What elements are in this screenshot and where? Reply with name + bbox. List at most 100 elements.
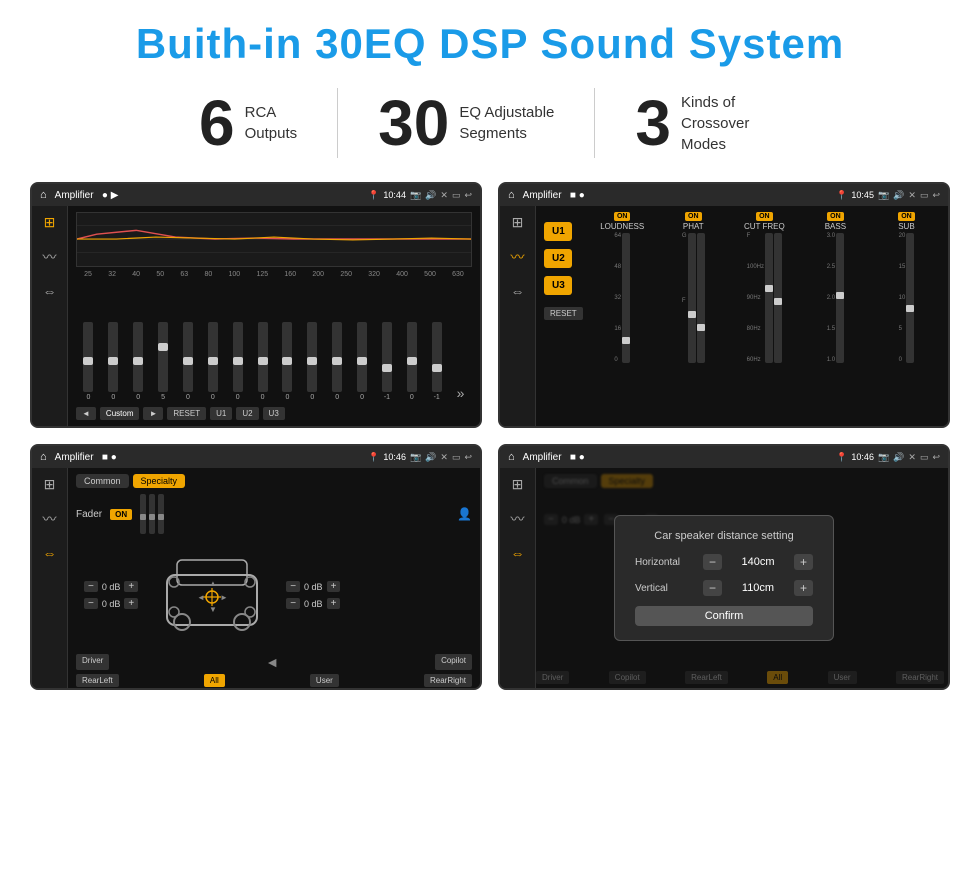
location-icon: 📍 <box>368 190 379 201</box>
fader-wave-icon[interactable]: 〰 <box>43 509 57 529</box>
fader-db-minus-3[interactable]: − <box>286 581 300 592</box>
screen-distance-body: ⊞ 〰 ⇔ Common Specialty − 0 dB + <box>500 468 948 688</box>
fader-tab-specialty[interactable]: Specialty <box>133 474 186 488</box>
u3-button[interactable]: U3 <box>544 276 572 295</box>
cutfreq-on-badge[interactable]: ON <box>756 212 773 221</box>
location-icon-2: 📍 <box>836 190 847 201</box>
fader-db-plus-4[interactable]: + <box>327 598 341 609</box>
screen-fader-time: 10:46 <box>383 452 406 462</box>
home-icon[interactable]: ⌂ <box>40 189 47 201</box>
wave-icon[interactable]: 〰 <box>43 247 57 267</box>
cr-wave-icon[interactable]: 〰 <box>511 247 525 267</box>
eq-sliders-row: 0 0 0 5 <box>76 282 472 401</box>
fader-db-value-4: 0 dB <box>304 599 323 609</box>
screen-distance-topbar: ⌂ Amplifier ■ ● 📍 10:46 📷 🔊 ✕ ▭ ↩ <box>500 446 948 468</box>
fader-left-chevron[interactable]: ◄ <box>265 654 279 670</box>
svg-text:▲: ▲ <box>209 579 217 588</box>
window-icon-2: ▭ <box>920 190 929 201</box>
bass-on-badge[interactable]: ON <box>827 212 844 221</box>
arrows-icon[interactable]: ⇔ <box>43 283 57 299</box>
back-icon-3[interactable]: ↩ <box>464 452 472 463</box>
eq-slider-1: 0 <box>83 322 93 401</box>
confirm-button[interactable]: Confirm <box>635 606 813 626</box>
loudness-on-badge[interactable]: ON <box>614 212 631 221</box>
camera-icon-2: 📷 <box>878 190 889 201</box>
sub-on-badge[interactable]: ON <box>898 212 915 221</box>
screen-distance-title: Amplifier ■ ● <box>523 452 829 463</box>
fader-tab-common[interactable]: Common <box>76 474 129 488</box>
screen-eq-sidebar: ⊞ 〰 ⇔ <box>32 206 68 426</box>
fader-on-toggle[interactable]: ON <box>110 509 132 520</box>
vertical-plus-button[interactable]: + <box>794 580 813 596</box>
u2-button[interactable]: U2 <box>544 249 572 268</box>
camera-icon: 📷 <box>410 190 421 201</box>
fader-rearleft-button[interactable]: RearLeft <box>76 674 119 687</box>
home-icon-3[interactable]: ⌂ <box>40 451 47 463</box>
screen-crossover-sidebar: ⊞ 〰 ⇔ <box>500 206 536 426</box>
horizontal-label: Horizontal <box>635 557 695 568</box>
fader-db-plus-3[interactable]: + <box>327 581 341 592</box>
fader-copilot-button[interactable]: Copilot <box>435 654 472 670</box>
fader-bottom-row-2: RearLeft All User RearRight <box>76 674 472 687</box>
stat-eq-number: 30 <box>378 91 449 155</box>
page-container: Buith-in 30EQ DSP Sound System 6 RCA Out… <box>0 0 980 881</box>
eq-prev-button[interactable]: ◄ <box>76 407 96 420</box>
dist-wave-icon[interactable]: 〰 <box>511 509 525 529</box>
screen-distance-sidebar: ⊞ 〰 ⇔ <box>500 468 536 688</box>
dist-user-button: User <box>828 671 857 684</box>
dist-bottom-row: Driver Copilot RearLeft All User RearRig… <box>536 671 944 684</box>
window-icon-4: ▭ <box>920 452 929 463</box>
fader-label: Fader <box>76 509 102 520</box>
cr-eq-icon[interactable]: ⊞ <box>512 214 524 231</box>
back-icon-4[interactable]: ↩ <box>932 452 940 463</box>
x-icon-3: ✕ <box>440 452 448 463</box>
fader-header: Fader ON <box>76 494 472 534</box>
fader-db-plus-1[interactable]: + <box>124 581 138 592</box>
stat-rca-number: 6 <box>199 91 235 155</box>
camera-icon-4: 📷 <box>878 452 889 463</box>
eq-play-button[interactable]: ► <box>143 407 163 420</box>
fader-driver-button[interactable]: Driver <box>76 654 109 670</box>
screen-crossover-topbar: ⌂ Amplifier ■ ● 📍 10:45 📷 🔊 ✕ ▭ ↩ <box>500 184 948 206</box>
home-icon-2[interactable]: ⌂ <box>508 189 515 201</box>
fader-eq-icon[interactable]: ⊞ <box>44 476 56 493</box>
volume-icon-2: 🔊 <box>893 190 904 201</box>
fader-all-button[interactable]: All <box>204 674 225 687</box>
fader-bottom-row: Driver ◄ Copilot <box>76 654 472 670</box>
stat-crossover: 3 Kinds of Crossover Modes <box>595 91 821 155</box>
phat-on-badge[interactable]: ON <box>685 212 702 221</box>
cr-arrows-icon[interactable]: ⇔ <box>511 283 525 299</box>
eq-u2-button[interactable]: U2 <box>236 407 258 420</box>
fader-arrows-icon[interactable]: ⇔ <box>43 545 57 561</box>
fader-rearright-button[interactable]: RearRight <box>424 674 472 687</box>
back-icon[interactable]: ↩ <box>464 190 472 201</box>
car-diagram: ▲ ▼ ◄ ► <box>152 540 272 650</box>
svg-text:▼: ▼ <box>209 605 217 614</box>
crossover-reset-button[interactable]: RESET <box>544 307 583 320</box>
dist-eq-icon[interactable]: ⊞ <box>512 476 524 493</box>
home-icon-4[interactable]: ⌂ <box>508 451 515 463</box>
fader-db-minus-1[interactable]: − <box>84 581 98 592</box>
eq-slider-11: 0 <box>332 322 342 401</box>
eq-u1-button[interactable]: U1 <box>210 407 232 420</box>
eq-slider-12: 0 <box>357 322 367 401</box>
fader-db-minus-4[interactable]: − <box>286 598 300 609</box>
eq-reset-button[interactable]: RESET <box>167 407 206 420</box>
vertical-label: Vertical <box>635 583 695 594</box>
horizontal-minus-button[interactable]: − <box>703 554 722 570</box>
horizontal-plus-button[interactable]: + <box>794 554 813 570</box>
screen-eq: ⌂ Amplifier ● ▶ 📍 10:44 📷 🔊 ✕ ▭ ↩ ⊞ 〰 <box>30 182 482 428</box>
stat-rca: 6 RCA Outputs <box>159 91 337 155</box>
back-icon-2[interactable]: ↩ <box>932 190 940 201</box>
eq-more-icon[interactable]: » <box>457 385 465 401</box>
u1-button[interactable]: U1 <box>544 222 572 241</box>
eq-u3-button[interactable]: U3 <box>263 407 285 420</box>
fader-user-button[interactable]: User <box>310 674 339 687</box>
stat-crossover-number: 3 <box>635 91 671 155</box>
dist-arrows-icon[interactable]: ⇔ <box>511 545 525 561</box>
eq-filter-icon[interactable]: ⊞ <box>44 214 56 231</box>
eq-bottom-bar: ◄ Custom ► RESET U1 U2 U3 <box>76 407 472 420</box>
fader-db-plus-2[interactable]: + <box>124 598 138 609</box>
fader-db-minus-2[interactable]: − <box>84 598 98 609</box>
vertical-minus-button[interactable]: − <box>703 580 722 596</box>
